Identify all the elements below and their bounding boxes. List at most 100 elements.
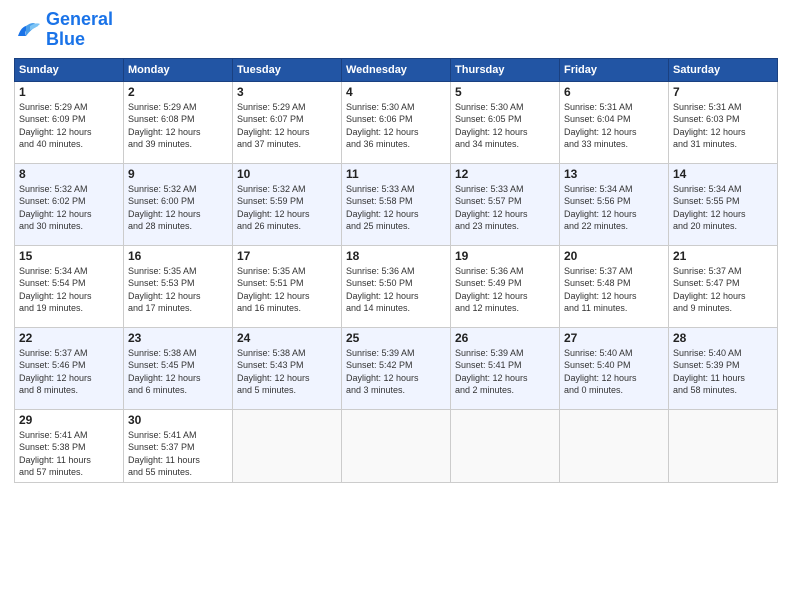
table-cell: 18 Sunrise: 5:36 AM Sunset: 5:50 PM Dayli…: [342, 245, 451, 327]
day-info: Sunrise: 5:33 AM Sunset: 5:58 PM Dayligh…: [346, 183, 446, 233]
logo-icon: [14, 16, 42, 44]
day-info: Sunrise: 5:32 AM Sunset: 6:00 PM Dayligh…: [128, 183, 228, 233]
header-saturday: Saturday: [669, 58, 778, 81]
table-cell: [451, 409, 560, 482]
day-number: 17: [237, 249, 337, 263]
day-info: Sunrise: 5:34 AM Sunset: 5:54 PM Dayligh…: [19, 265, 119, 315]
day-number: 22: [19, 331, 119, 345]
day-number: 14: [673, 167, 773, 181]
header-tuesday: Tuesday: [233, 58, 342, 81]
table-cell: 29 Sunrise: 5:41 AM Sunset: 5:38 PM Dayli…: [15, 409, 124, 482]
day-number: 4: [346, 85, 446, 99]
day-number: 24: [237, 331, 337, 345]
day-number: 21: [673, 249, 773, 263]
table-cell: 30 Sunrise: 5:41 AM Sunset: 5:37 PM Dayli…: [124, 409, 233, 482]
day-info: Sunrise: 5:38 AM Sunset: 5:45 PM Dayligh…: [128, 347, 228, 397]
day-info: Sunrise: 5:40 AM Sunset: 5:40 PM Dayligh…: [564, 347, 664, 397]
table-cell: [233, 409, 342, 482]
table-cell: 6 Sunrise: 5:31 AM Sunset: 6:04 PM Daylig…: [560, 81, 669, 163]
table-cell: 10 Sunrise: 5:32 AM Sunset: 5:59 PM Dayli…: [233, 163, 342, 245]
table-cell: 25 Sunrise: 5:39 AM Sunset: 5:42 PM Dayli…: [342, 327, 451, 409]
day-info: Sunrise: 5:29 AM Sunset: 6:07 PM Dayligh…: [237, 101, 337, 151]
day-info: Sunrise: 5:37 AM Sunset: 5:47 PM Dayligh…: [673, 265, 773, 315]
table-cell: [560, 409, 669, 482]
header-thursday: Thursday: [451, 58, 560, 81]
day-number: 23: [128, 331, 228, 345]
logo: General Blue: [14, 10, 113, 50]
table-cell: 28 Sunrise: 5:40 AM Sunset: 5:39 PM Dayli…: [669, 327, 778, 409]
day-number: 1: [19, 85, 119, 99]
day-info: Sunrise: 5:36 AM Sunset: 5:50 PM Dayligh…: [346, 265, 446, 315]
day-number: 20: [564, 249, 664, 263]
table-cell: 23 Sunrise: 5:38 AM Sunset: 5:45 PM Dayli…: [124, 327, 233, 409]
day-number: 6: [564, 85, 664, 99]
table-cell: 14 Sunrise: 5:34 AM Sunset: 5:55 PM Dayli…: [669, 163, 778, 245]
table-cell: 8 Sunrise: 5:32 AM Sunset: 6:02 PM Daylig…: [15, 163, 124, 245]
day-number: 12: [455, 167, 555, 181]
header-monday: Monday: [124, 58, 233, 81]
day-number: 29: [19, 413, 119, 427]
day-info: Sunrise: 5:41 AM Sunset: 5:38 PM Dayligh…: [19, 429, 119, 479]
table-cell: [669, 409, 778, 482]
day-info: Sunrise: 5:31 AM Sunset: 6:03 PM Dayligh…: [673, 101, 773, 151]
table-cell: 7 Sunrise: 5:31 AM Sunset: 6:03 PM Daylig…: [669, 81, 778, 163]
day-info: Sunrise: 5:38 AM Sunset: 5:43 PM Dayligh…: [237, 347, 337, 397]
day-info: Sunrise: 5:39 AM Sunset: 5:42 PM Dayligh…: [346, 347, 446, 397]
day-number: 13: [564, 167, 664, 181]
table-cell: 13Sunrise: 5:34 AM Sunset: 5:56 PM Dayli…: [560, 163, 669, 245]
day-info: Sunrise: 5:34 AM Sunset: 5:55 PM Dayligh…: [673, 183, 773, 233]
table-cell: 15 Sunrise: 5:34 AM Sunset: 5:54 PM Dayli…: [15, 245, 124, 327]
day-number: 28: [673, 331, 773, 345]
logo-text: General Blue: [46, 10, 113, 50]
day-number: 10: [237, 167, 337, 181]
table-cell: 27 Sunrise: 5:40 AM Sunset: 5:40 PM Dayli…: [560, 327, 669, 409]
day-info: Sunrise: 5:30 AM Sunset: 6:05 PM Dayligh…: [455, 101, 555, 151]
day-info: Sunrise: 5:32 AM Sunset: 6:02 PM Dayligh…: [19, 183, 119, 233]
day-info: Sunrise: 5:32 AM Sunset: 5:59 PM Dayligh…: [237, 183, 337, 233]
day-number: 11: [346, 167, 446, 181]
day-number: 5: [455, 85, 555, 99]
weekday-header-row: Sunday Monday Tuesday Wednesday Thursday…: [15, 58, 778, 81]
day-number: 15: [19, 249, 119, 263]
day-number: 7: [673, 85, 773, 99]
table-cell: 4 Sunrise: 5:30 AM Sunset: 6:06 PM Daylig…: [342, 81, 451, 163]
table-cell: 20 Sunrise: 5:37 AM Sunset: 5:48 PM Dayli…: [560, 245, 669, 327]
table-cell: 9 Sunrise: 5:32 AM Sunset: 6:00 PM Daylig…: [124, 163, 233, 245]
table-cell: 11 Sunrise: 5:33 AM Sunset: 5:58 PM Dayli…: [342, 163, 451, 245]
table-cell: 21 Sunrise: 5:37 AM Sunset: 5:47 PM Dayli…: [669, 245, 778, 327]
table-cell: 16Sunrise: 5:35 AM Sunset: 5:53 PM Dayli…: [124, 245, 233, 327]
table-cell: 2 Sunrise: 5:29 AM Sunset: 6:08 PM Daylig…: [124, 81, 233, 163]
header-wednesday: Wednesday: [342, 58, 451, 81]
table-cell: 3 Sunrise: 5:29 AM Sunset: 6:07 PM Daylig…: [233, 81, 342, 163]
day-info: Sunrise: 5:40 AM Sunset: 5:39 PM Dayligh…: [673, 347, 773, 397]
day-info: Sunrise: 5:41 AM Sunset: 5:37 PM Dayligh…: [128, 429, 228, 479]
day-info: Sunrise: 5:37 AM Sunset: 5:48 PM Dayligh…: [564, 265, 664, 315]
day-info: Sunrise: 5:30 AM Sunset: 6:06 PM Dayligh…: [346, 101, 446, 151]
day-info: Sunrise: 5:37 AM Sunset: 5:46 PM Dayligh…: [19, 347, 119, 397]
day-number: 27: [564, 331, 664, 345]
day-number: 16: [128, 249, 228, 263]
table-cell: 5 Sunrise: 5:30 AM Sunset: 6:05 PM Daylig…: [451, 81, 560, 163]
day-info: Sunrise: 5:29 AM Sunset: 6:08 PM Dayligh…: [128, 101, 228, 151]
day-number: 26: [455, 331, 555, 345]
day-info: Sunrise: 5:29 AM Sunset: 6:09 PM Dayligh…: [19, 101, 119, 151]
day-info: Sunrise: 5:36 AM Sunset: 5:49 PM Dayligh…: [455, 265, 555, 315]
day-info: Sunrise: 5:35 AM Sunset: 5:51 PM Dayligh…: [237, 265, 337, 315]
day-number: 25: [346, 331, 446, 345]
day-info: Sunrise: 5:31 AM Sunset: 6:04 PM Dayligh…: [564, 101, 664, 151]
table-cell: 12 Sunrise: 5:33 AM Sunset: 5:57 PM Dayli…: [451, 163, 560, 245]
day-info: Sunrise: 5:39 AM Sunset: 5:41 PM Dayligh…: [455, 347, 555, 397]
table-cell: 24 Sunrise: 5:38 AM Sunset: 5:43 PM Dayli…: [233, 327, 342, 409]
day-number: 3: [237, 85, 337, 99]
header-sunday: Sunday: [15, 58, 124, 81]
table-cell: 17 Sunrise: 5:35 AM Sunset: 5:51 PM Dayli…: [233, 245, 342, 327]
day-number: 30: [128, 413, 228, 427]
day-number: 9: [128, 167, 228, 181]
day-number: 8: [19, 167, 119, 181]
day-number: 2: [128, 85, 228, 99]
day-info: Sunrise: 5:33 AM Sunset: 5:57 PM Dayligh…: [455, 183, 555, 233]
day-number: 18: [346, 249, 446, 263]
calendar-table: Sunday Monday Tuesday Wednesday Thursday…: [14, 58, 778, 483]
table-cell: [342, 409, 451, 482]
table-cell: 22 Sunrise: 5:37 AM Sunset: 5:46 PM Dayli…: [15, 327, 124, 409]
